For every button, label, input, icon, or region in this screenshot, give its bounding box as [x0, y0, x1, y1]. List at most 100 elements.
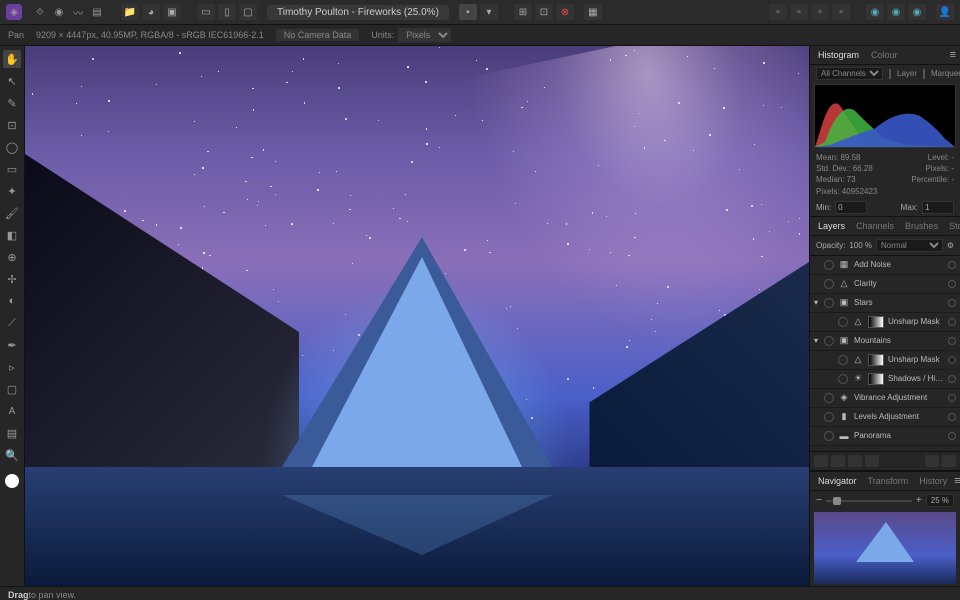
zoom-in-icon[interactable]: +: [916, 495, 922, 506]
layer-lock-icon[interactable]: [948, 375, 956, 383]
expand-icon[interactable]: ▾: [814, 336, 820, 345]
flood-select-icon[interactable]: ✦: [3, 182, 21, 200]
preferences-icon[interactable]: ▦: [584, 4, 602, 20]
move-tool-icon[interactable]: ↖: [3, 72, 21, 90]
account-icon[interactable]: 👤: [936, 4, 954, 20]
layer-item[interactable]: ☀Shadows / Highligh: [810, 370, 960, 389]
layer-lock-icon[interactable]: [948, 261, 956, 269]
hand-tool-icon[interactable]: ✋: [3, 50, 21, 68]
min-input[interactable]: [835, 201, 867, 214]
tab-history[interactable]: History: [915, 474, 951, 488]
node-tool-icon[interactable]: ▹: [3, 358, 21, 376]
color-wheel-icon[interactable]: ◕: [142, 4, 160, 20]
visibility-icon[interactable]: [838, 355, 848, 365]
text-tool-icon[interactable]: A: [3, 402, 21, 420]
visibility-icon[interactable]: [824, 412, 834, 422]
tab-transform[interactable]: Transform: [864, 474, 913, 488]
delete-layer-icon[interactable]: [942, 455, 956, 467]
select-tool2-icon[interactable]: ▯: [218, 4, 236, 20]
tab-colour[interactable]: Colour: [867, 48, 902, 62]
select-tool3-icon[interactable]: ▢: [239, 4, 257, 20]
refine-icon[interactable]: ▫: [790, 4, 808, 20]
tab-layers[interactable]: Layers: [814, 219, 849, 233]
studio-icon[interactable]: ◉: [866, 4, 884, 20]
layer-item[interactable]: ▾▣Stars: [810, 294, 960, 313]
dodge-tool-icon[interactable]: ◐: [3, 292, 21, 310]
visibility-icon[interactable]: [824, 260, 834, 270]
view-dropdown-icon[interactable]: ▾: [480, 4, 498, 20]
layer-item[interactable]: △Clarity: [810, 275, 960, 294]
layer-item[interactable]: ▮Levels Adjustment: [810, 408, 960, 427]
add-layer-icon[interactable]: [925, 455, 939, 467]
add-adjustment-icon[interactable]: [831, 455, 845, 467]
mask-thumb[interactable]: [868, 316, 884, 328]
max-input[interactable]: [922, 201, 954, 214]
select-tool-icon[interactable]: ▭: [197, 4, 215, 20]
layer-lock-icon[interactable]: [948, 318, 956, 326]
layer-lock-icon[interactable]: [948, 394, 956, 402]
tab-brushes[interactable]: Brushes: [901, 219, 942, 233]
color-picker-icon[interactable]: ✎: [3, 94, 21, 112]
persona-develop-icon[interactable]: ◉: [51, 4, 67, 20]
layer-checkbox[interactable]: [889, 69, 891, 79]
arrange-icon[interactable]: ⊞: [514, 4, 532, 20]
zoom-out-icon[interactable]: −: [816, 495, 822, 506]
visibility-icon[interactable]: [824, 393, 834, 403]
layer-lock-icon[interactable]: [948, 299, 956, 307]
layer-settings-icon[interactable]: ⚙: [947, 241, 954, 250]
tab-channels[interactable]: Channels: [852, 219, 898, 233]
visibility-icon[interactable]: [824, 298, 834, 308]
snap-icon[interactable]: ⊡: [535, 4, 553, 20]
crop-tool-icon[interactable]: ⊡: [3, 116, 21, 134]
persona-liquify-icon[interactable]: ⟐: [32, 4, 48, 20]
units-select[interactable]: Pixels: [398, 28, 451, 42]
inpaint-tool-icon[interactable]: ✢: [3, 270, 21, 288]
smudge-tool-icon[interactable]: ⟋: [3, 314, 21, 332]
layer-lock-icon[interactable]: [948, 413, 956, 421]
open-icon[interactable]: 📁: [121, 4, 139, 20]
tab-navigator[interactable]: Navigator: [814, 474, 861, 488]
view-mode-icon[interactable]: ▪: [459, 4, 477, 20]
quick-mask-icon[interactable]: ▫: [769, 4, 787, 20]
assistant2-icon[interactable]: ▫: [832, 4, 850, 20]
tab-histogram[interactable]: Histogram: [814, 48, 863, 62]
mask-thumb[interactable]: [868, 373, 884, 385]
persona-tone-icon[interactable]: 〰: [70, 4, 86, 20]
layer-lock-icon[interactable]: [948, 337, 956, 345]
paint-brush-icon[interactable]: 🖌: [3, 204, 21, 222]
layer-item[interactable]: ▾▣Mountains: [810, 332, 960, 351]
mask-thumb[interactable]: [868, 354, 884, 366]
pen-tool-icon[interactable]: ✒: [3, 336, 21, 354]
layer-lock-icon[interactable]: [948, 432, 956, 440]
panel-menu-icon[interactable]: ≡: [950, 49, 956, 61]
add-fx-icon[interactable]: [848, 455, 862, 467]
add-mask-icon[interactable]: [814, 455, 828, 467]
opacity-value[interactable]: 100 %: [849, 241, 872, 250]
gradient-tool-icon[interactable]: ▤: [3, 424, 21, 442]
layer-item[interactable]: ▬Panorama: [810, 427, 960, 446]
layer-lock-icon[interactable]: [948, 280, 956, 288]
expand-icon[interactable]: ▾: [814, 298, 820, 307]
layer-lock-icon[interactable]: [948, 356, 956, 364]
marquee-tool-icon[interactable]: ▭: [3, 160, 21, 178]
app-icon[interactable]: ◈: [6, 4, 22, 20]
zoom-tool-icon[interactable]: 🔍: [3, 446, 21, 464]
zoom-slider[interactable]: [826, 500, 912, 502]
visibility-icon[interactable]: [824, 336, 834, 346]
shape-tool-icon[interactable]: ▢: [3, 380, 21, 398]
group-icon[interactable]: [865, 455, 879, 467]
layer-item[interactable]: ◈Vibrance Adjustment: [810, 389, 960, 408]
layer-item[interactable]: ▦Add Noise: [810, 256, 960, 275]
snap-toggle-icon[interactable]: ⊗: [556, 4, 574, 20]
visibility-icon[interactable]: [838, 374, 848, 384]
studio3-icon[interactable]: ◉: [908, 4, 926, 20]
studio2-icon[interactable]: ◉: [887, 4, 905, 20]
zoom-value[interactable]: 25 %: [926, 494, 954, 507]
blend-mode-select[interactable]: Normal: [876, 239, 943, 252]
assistant-icon[interactable]: ▫: [811, 4, 829, 20]
color-swatch[interactable]: [5, 474, 19, 488]
visibility-icon[interactable]: [824, 431, 834, 441]
stack-icon[interactable]: ▣: [163, 4, 181, 20]
visibility-icon[interactable]: [824, 279, 834, 289]
marquee-checkbox[interactable]: [923, 69, 925, 79]
